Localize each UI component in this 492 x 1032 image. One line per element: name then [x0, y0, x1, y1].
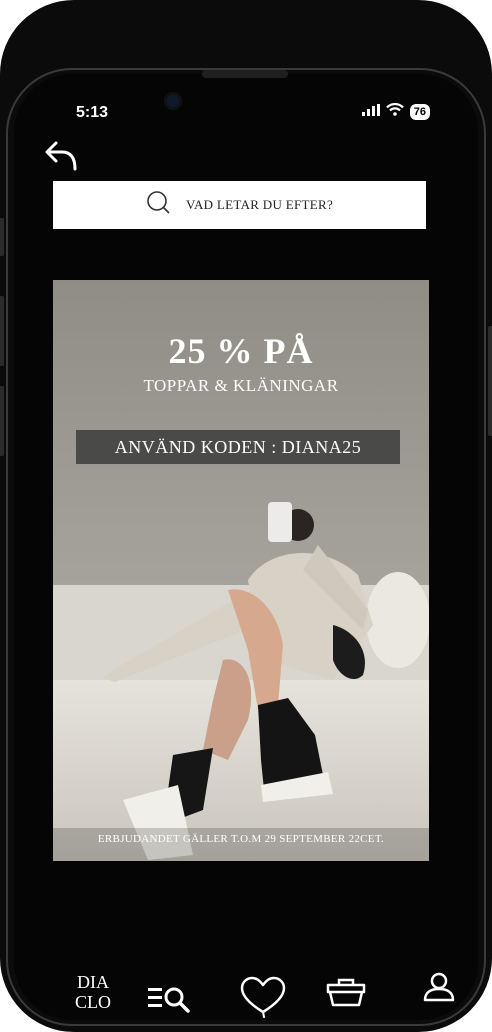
promo-validity: ERBJUDANDET GÄLLER T.O.M 29 SEPTEMBER 22… — [97, 833, 385, 845]
logo-line-1: DIA — [77, 972, 109, 992]
search-icon — [146, 190, 172, 221]
status-icons: 76 — [361, 103, 430, 121]
signal-icon — [361, 103, 380, 121]
search-bar[interactable]: VAD LETAR DU EFTER? — [53, 181, 426, 229]
tab-search[interactable] — [148, 986, 192, 1019]
promo-subheadline: TOPPAR & KLÄNINGAR — [143, 376, 339, 395]
tab-bar: DIA CLO — [60, 968, 460, 1018]
tab-account[interactable] — [422, 972, 456, 1009]
basket-icon — [326, 978, 366, 1007]
volume-up-button — [0, 296, 4, 366]
menu-search-icon — [148, 987, 190, 1013]
brand-logo[interactable]: DIA CLO — [68, 972, 118, 1012]
heart-icon — [240, 976, 286, 1018]
speaker-grille — [202, 70, 288, 78]
power-button — [488, 326, 492, 436]
promo-banner[interactable]: 25 % PÅ TOPPAR & KLÄNINGAR ANVÄND KODEN … — [53, 280, 429, 861]
tab-favorites[interactable] — [240, 976, 286, 1023]
back-arrow-icon — [45, 141, 77, 171]
promo-headline: 25 % PÅ — [168, 331, 314, 371]
status-time: 5:13 — [76, 104, 109, 121]
search-input[interactable]: VAD LETAR DU EFTER? — [186, 197, 333, 213]
battery-indicator: 76 — [409, 104, 430, 120]
promo-code-box: ANVÄND KODEN : DIANA25 — [76, 430, 400, 464]
volume-down-button — [0, 386, 4, 456]
front-camera — [164, 92, 182, 110]
back-button[interactable] — [44, 140, 78, 172]
tab-basket[interactable] — [326, 976, 366, 1013]
user-icon — [423, 972, 455, 1002]
wifi-icon — [385, 103, 404, 121]
silent-switch — [0, 218, 4, 256]
logo-line-2: CLO — [75, 992, 111, 1012]
